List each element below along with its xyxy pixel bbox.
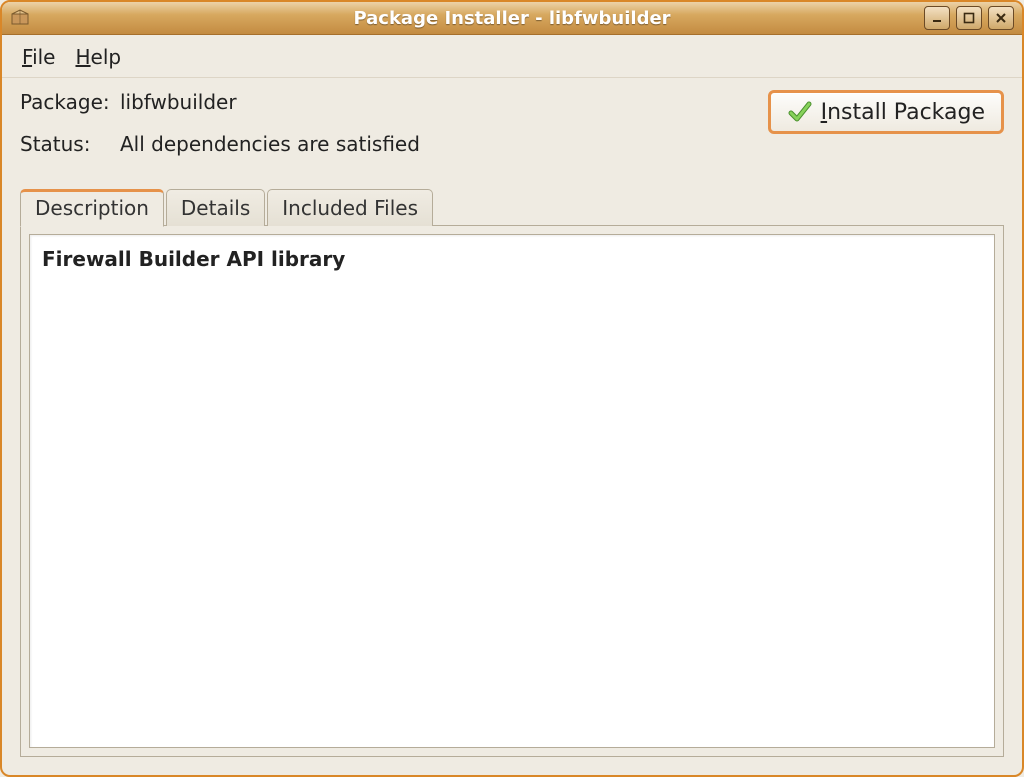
tab-strip: Description Details Included Files bbox=[20, 188, 1004, 225]
status-label: Status: bbox=[20, 132, 120, 156]
status-value: All dependencies are satisfied bbox=[120, 132, 420, 156]
tab-included-files[interactable]: Included Files bbox=[267, 189, 433, 226]
package-installer-window: Package Installer - libfwbuilder File He… bbox=[0, 0, 1024, 777]
tab-description[interactable]: Description bbox=[20, 189, 164, 227]
check-icon bbox=[787, 99, 813, 125]
install-package-label: Install Package bbox=[821, 100, 985, 125]
minimize-button[interactable] bbox=[924, 6, 950, 30]
top-section: Package: libfwbuilder Status: All depend… bbox=[20, 90, 1004, 168]
titlebar[interactable]: Package Installer - libfwbuilder bbox=[2, 2, 1022, 35]
tabs: Description Details Included Files Firew… bbox=[20, 188, 1004, 757]
close-button[interactable] bbox=[988, 6, 1014, 30]
package-value: libfwbuilder bbox=[120, 90, 237, 114]
menubar: File Help bbox=[2, 35, 1022, 78]
window-title: Package Installer - libfwbuilder bbox=[2, 8, 1022, 29]
description-text[interactable]: Firewall Builder API library bbox=[29, 234, 995, 748]
tab-body: Firewall Builder API library bbox=[20, 225, 1004, 757]
package-label: Package: bbox=[20, 90, 120, 114]
maximize-button[interactable] bbox=[956, 6, 982, 30]
window-controls bbox=[924, 6, 1014, 30]
menu-help[interactable]: Help bbox=[75, 45, 121, 69]
menu-file[interactable]: File bbox=[22, 45, 55, 69]
package-icon bbox=[10, 8, 30, 28]
tab-details[interactable]: Details bbox=[166, 189, 265, 226]
content-area: Package: libfwbuilder Status: All depend… bbox=[2, 78, 1022, 775]
install-package-button[interactable]: Install Package bbox=[768, 90, 1004, 134]
